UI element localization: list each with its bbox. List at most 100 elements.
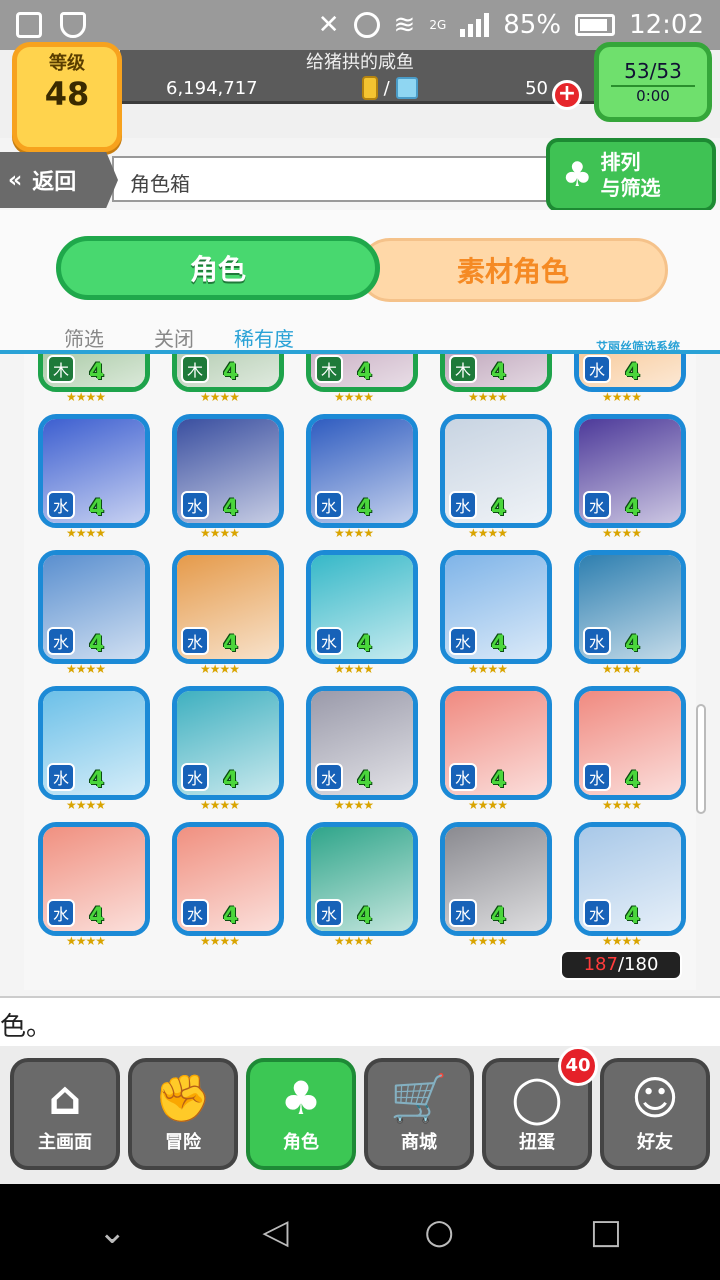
character-card[interactable]: 水4: [306, 822, 418, 936]
stamina-box: 53/53 0:00: [594, 42, 712, 122]
element-icon: 水: [583, 627, 611, 655]
character-card[interactable]: 木4: [172, 354, 284, 392]
character-count: 187/180: [560, 950, 682, 980]
chevron-down-icon[interactable]: ⌄: [98, 1212, 127, 1252]
character-card[interactable]: 水4: [440, 822, 552, 936]
character-card-cell: 水 4 ★★★★: [574, 414, 686, 540]
character-card-cell: 水 4 ★★★★: [38, 414, 150, 540]
nav-button-5[interactable]: ☺ 好友: [600, 1058, 710, 1170]
character-card[interactable]: 水4: [440, 414, 552, 528]
nav-button-0[interactable]: ⌂ 主画面: [10, 1058, 120, 1170]
tab-material-characters[interactable]: 素材角色: [358, 238, 668, 302]
character-card[interactable]: 水4: [38, 822, 150, 936]
mute-icon: ✕: [317, 10, 340, 40]
character-card[interactable]: 水4: [38, 550, 150, 664]
gallery-icon: [16, 12, 42, 38]
character-card[interactable]: 水4: [172, 414, 284, 528]
character-card[interactable]: 木4: [306, 354, 418, 392]
character-card[interactable]: 木4: [38, 354, 150, 392]
nav-label: 商城: [401, 1132, 437, 1153]
sort-by-rarity[interactable]: 稀有度: [234, 323, 294, 352]
character-card[interactable]: 水4: [574, 822, 686, 936]
gold-coin-icon: [361, 76, 378, 100]
battery-icon: [575, 14, 616, 36]
rarity-stars: ★★★★: [334, 662, 374, 676]
nav-button-3[interactable]: 🛒 商城: [364, 1058, 474, 1170]
sort-filter-button[interactable]: ♣ 排列 与筛选: [546, 138, 716, 212]
element-icon: 水: [583, 763, 611, 791]
filter-label: 与筛选: [600, 176, 661, 200]
add-gems-button[interactable]: +: [552, 80, 582, 110]
nav-label: 扭蛋: [519, 1132, 555, 1153]
currency-separator: /: [383, 77, 390, 99]
character-card[interactable]: 水4: [172, 686, 284, 800]
element-icon: 水: [181, 763, 209, 791]
character-card-cell: 水 4 ★★★★: [172, 550, 284, 676]
home-circle-icon[interactable]: ○: [424, 1212, 454, 1252]
rarity-stars: ★★★★: [334, 934, 374, 948]
character-card[interactable]: 水4: [38, 686, 150, 800]
element-icon: 水: [449, 491, 477, 519]
filter-label[interactable]: 筛选: [22, 323, 104, 352]
filter-state[interactable]: 关闭: [154, 323, 194, 352]
character-level: 4: [223, 496, 239, 521]
rarity-stars: ★★★★: [66, 798, 106, 812]
notification-badge: 40: [558, 1046, 598, 1086]
element-icon: 水: [315, 899, 343, 927]
character-card[interactable]: 水4: [574, 686, 686, 800]
element-icon: 水: [181, 627, 209, 655]
battery-percent: 85%: [503, 10, 562, 40]
shield-icon: [60, 12, 86, 38]
element-icon: 木: [315, 355, 343, 383]
element-icon: 水: [315, 763, 343, 791]
nav-button-4[interactable]: ◯ 扭蛋 40: [482, 1046, 598, 1170]
android-navigation: ⌄ ◁ ○ □: [0, 1184, 720, 1280]
player-info-bar: 给猪拱的咸鱼 6,194,717 / 50 +: [120, 50, 600, 110]
character-level: 4: [491, 768, 507, 793]
rarity-stars: ★★★★: [200, 934, 240, 948]
gem-icon: [395, 77, 418, 99]
character-card[interactable]: 水4: [440, 686, 552, 800]
character-card[interactable]: 水4: [38, 414, 150, 528]
rarity-stars: ★★★★: [334, 526, 374, 540]
character-level: 4: [625, 632, 641, 657]
element-icon: 水: [315, 627, 343, 655]
character-card[interactable]: 水4: [172, 550, 284, 664]
character-level: 4: [89, 768, 105, 793]
character-card[interactable]: 水4: [306, 414, 418, 528]
character-level: 4: [89, 632, 105, 657]
character-card[interactable]: 木4: [440, 354, 552, 392]
friends-icon: ☺: [631, 1071, 679, 1125]
character-level: 4: [223, 360, 239, 385]
nav-label: 主画面: [38, 1132, 92, 1153]
home-icon: ⌂: [48, 1071, 82, 1125]
character-card[interactable]: 水4: [306, 550, 418, 664]
gold-amount: 6,194,717: [166, 77, 258, 99]
character-card[interactable]: 水4: [574, 414, 686, 528]
character-card[interactable]: 水4: [306, 686, 418, 800]
character-card-cell: 水 4 ★★★★: [440, 550, 552, 676]
nav-button-1[interactable]: ✊ 冒险: [128, 1058, 238, 1170]
scrollbar[interactable]: [696, 704, 706, 814]
back-button[interactable]: « 返回: [0, 152, 118, 208]
back-triangle-icon[interactable]: ◁: [262, 1212, 288, 1252]
tab-characters[interactable]: 角色: [56, 236, 380, 300]
recent-apps-icon[interactable]: □: [590, 1212, 622, 1252]
nav-button-2[interactable]: ♣ 角色: [246, 1058, 356, 1170]
cart-icon: 🛒: [390, 1071, 448, 1125]
character-card-cell: 水 4 ★★★★: [574, 550, 686, 676]
character-card[interactable]: 水4: [440, 550, 552, 664]
alarm-icon: [353, 12, 380, 38]
rarity-stars: ★★★★: [66, 934, 106, 948]
rarity-stars: ★★★★: [468, 390, 508, 404]
wifi-icon: ≋: [393, 10, 416, 40]
gem-amount: 50: [525, 77, 548, 99]
element-icon: 水: [47, 763, 75, 791]
character-card-cell: 水 4 ★★★★: [306, 686, 418, 812]
character-level: 4: [491, 632, 507, 657]
sort-label: 排列: [600, 150, 641, 174]
character-level: 4: [223, 768, 239, 793]
character-card[interactable]: 水4: [172, 822, 284, 936]
character-card[interactable]: 水4: [574, 354, 686, 392]
character-card[interactable]: 水4: [574, 550, 686, 664]
